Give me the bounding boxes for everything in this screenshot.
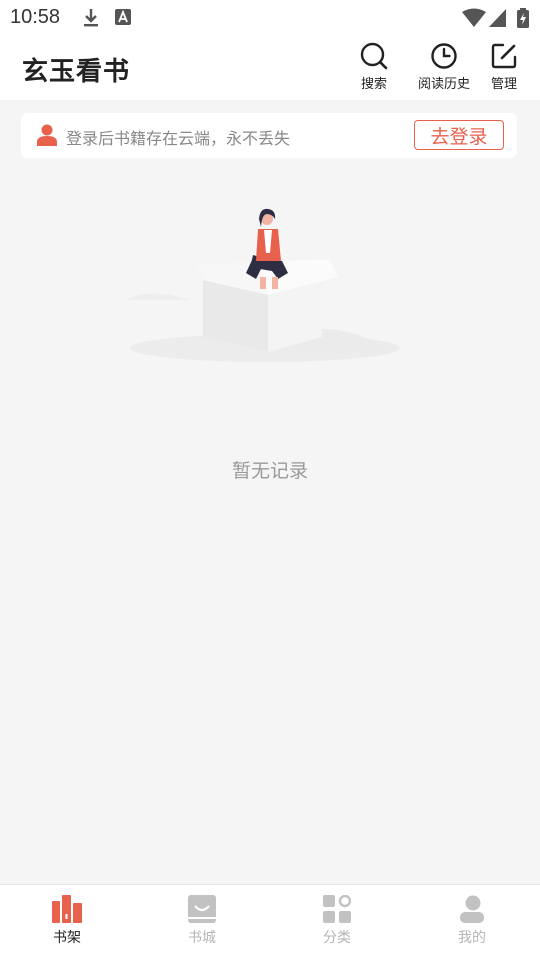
search-button-label: 搜索 [360,77,387,92]
nav-item-bookstore[interactable]: 书城 [157,895,247,947]
person-sitting-on-box-illustration [125,208,400,362]
user-icon [37,124,57,146]
empty-state-text: 暂无记录 [231,460,308,482]
nav-item-bookshelf[interactable]: 书架 [22,895,112,947]
reading-history-button[interactable]: 阅读历史 [412,42,476,98]
login-banner: 登录后书籍存在云端，永不丢失 去登录 [21,113,517,158]
profile-icon [460,895,484,923]
nav-label-bookshelf: 书架 [53,930,81,946]
nav-item-category[interactable]: 分类 [292,895,382,947]
bottom-navigation: 书架 书城 分类 我的 [0,884,540,961]
clock-icon [431,43,457,69]
search-button[interactable]: 搜索 [349,42,399,98]
search-icon [360,42,388,70]
download-icon [84,9,98,27]
status-bar: 10:58 [0,0,540,36]
nav-label-profile: 我的 [458,930,486,946]
manage-button[interactable]: 管理 [484,42,524,98]
reading-history-label: 阅读历史 [417,77,470,92]
nav-item-profile[interactable]: 我的 [427,895,517,947]
bookshelf-icon [52,895,82,923]
bookstore-icon [188,895,216,923]
app-title: 玄玉看书 [22,57,131,87]
nav-label-category: 分类 [323,930,351,946]
wifi-icon [462,8,486,27]
manage-button-label: 管理 [490,77,517,92]
login-prompt-text: 登录后书籍存在云端，永不丢失 [66,129,291,148]
font-app-icon [115,9,131,25]
edit-icon [491,43,517,69]
category-icon [323,895,351,923]
go-login-button[interactable]: 去登录 [414,120,504,150]
nav-label-bookstore: 书城 [188,930,216,946]
battery-charging-icon [517,8,529,28]
app-header: 玄玉看书 搜索 阅读历史 管理 [0,36,540,100]
status-time: 10:58 [10,6,61,28]
signal-icon [489,9,506,27]
